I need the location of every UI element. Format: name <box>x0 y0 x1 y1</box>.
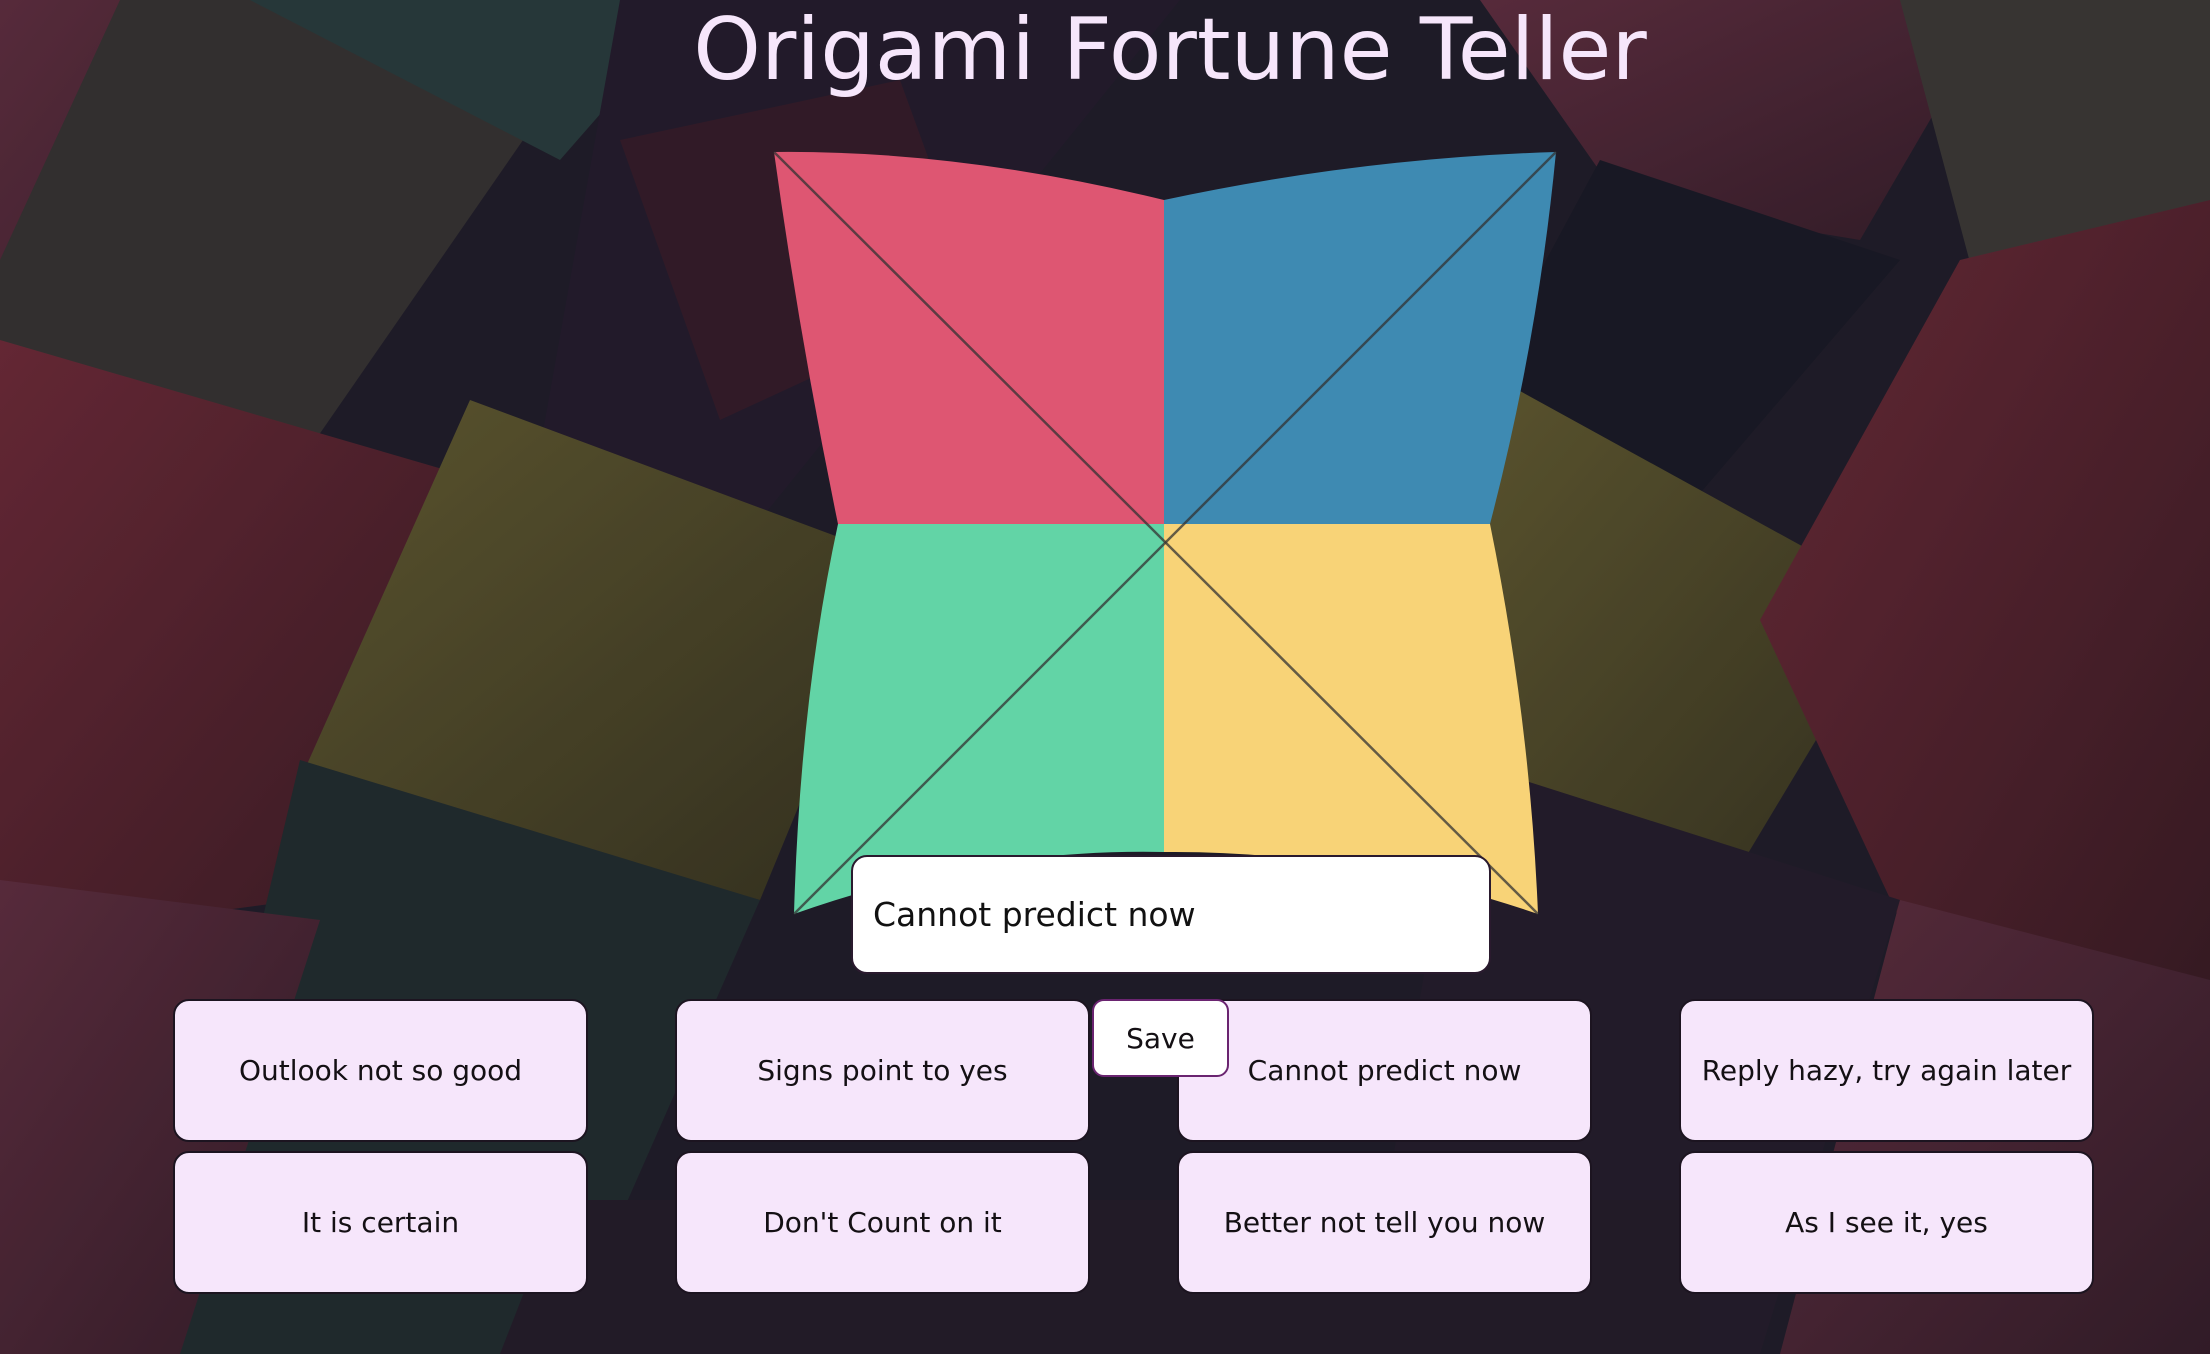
answer-button-3[interactable]: Cannot predict now <box>1177 999 1592 1142</box>
answer-button-4[interactable]: Reply hazy, try again later <box>1679 999 2094 1142</box>
fortune-text: Cannot predict now <box>873 895 1196 934</box>
flap-top-left[interactable] <box>774 151 1164 524</box>
answer-button-8[interactable]: As I see it, yes <box>1679 1151 2094 1294</box>
flap-top-right[interactable] <box>1164 152 1556 524</box>
answer-button-2[interactable]: Signs point to yes <box>675 999 1090 1142</box>
page-title: Origami Fortune Teller <box>693 0 1647 100</box>
save-button[interactable]: Save <box>1092 999 1229 1077</box>
fortune-display[interactable]: Cannot predict now <box>851 855 1491 974</box>
answer-button-1[interactable]: Outlook not so good <box>173 999 588 1142</box>
answer-button-5[interactable]: It is certain <box>173 1151 588 1294</box>
answer-button-7[interactable]: Better not tell you now <box>1177 1151 1592 1294</box>
fortune-teller-flaps[interactable] <box>773 151 1557 915</box>
answer-button-6[interactable]: Don't Count on it <box>675 1151 1090 1294</box>
